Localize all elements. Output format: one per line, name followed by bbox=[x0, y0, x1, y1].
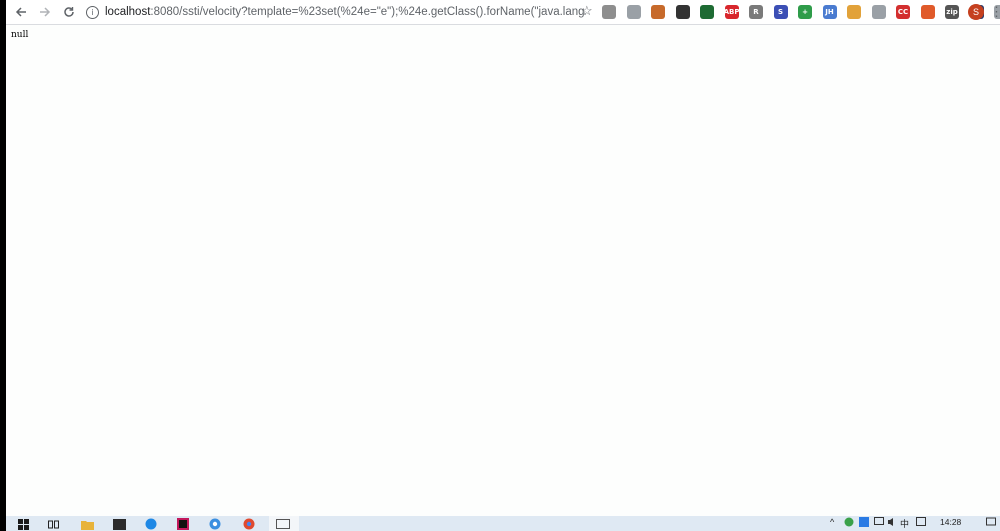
url-host: localhost bbox=[105, 6, 151, 18]
windows-taskbar: ^ 中 14:28 bbox=[6, 516, 1000, 531]
app-blue-circle-icon[interactable] bbox=[144, 517, 158, 531]
browser-window: i localhost:8080/ssti/velocity?template=… bbox=[6, 0, 1000, 516]
reload-icon bbox=[64, 7, 74, 17]
chrome-logo-icon bbox=[243, 518, 255, 530]
task-view-glyph-icon bbox=[47, 520, 59, 528]
blue-shield-icon bbox=[859, 517, 869, 527]
bookmark-star-icon[interactable]: ☆ bbox=[581, 3, 593, 19]
cookie-ext-icon[interactable] bbox=[847, 5, 861, 19]
ide-icon bbox=[177, 518, 189, 530]
folder-icon bbox=[80, 520, 94, 530]
task-view-icon[interactable] bbox=[46, 517, 60, 531]
blue-circle-icon bbox=[145, 518, 157, 530]
circle-ext-icon[interactable] bbox=[602, 5, 616, 19]
page-body-text: null bbox=[11, 30, 29, 40]
s-ext-icon[interactable]: S bbox=[773, 5, 788, 19]
tray-show-hidden-icon[interactable]: ^ bbox=[830, 517, 834, 527]
file-explorer-icon[interactable] bbox=[80, 517, 94, 531]
action-center-icon[interactable] bbox=[986, 517, 996, 529]
plus-ext-icon[interactable]: + bbox=[798, 5, 812, 19]
window-ext-icon[interactable] bbox=[871, 5, 886, 19]
tray-keyboard-icon[interactable] bbox=[916, 517, 926, 528]
forward-arrow-icon bbox=[40, 7, 51, 17]
capture-icon bbox=[276, 519, 290, 529]
site-info-icon[interactable]: i bbox=[86, 5, 99, 19]
taskbar-clock[interactable]: 14:28 bbox=[940, 517, 961, 527]
chrome-icon[interactable] bbox=[208, 517, 222, 531]
network-icon bbox=[874, 517, 884, 525]
url-path: :8080/ssti/velocity?template=%23set(%24e… bbox=[150, 6, 586, 18]
zip-ext-icon[interactable]: zip bbox=[945, 5, 959, 19]
back-arrow-icon bbox=[15, 7, 26, 17]
green-status-icon bbox=[844, 517, 854, 527]
link-ext-icon[interactable] bbox=[626, 5, 641, 19]
profile-avatar[interactable]: S bbox=[968, 4, 984, 20]
java-ext-icon[interactable] bbox=[651, 5, 665, 19]
forward-button[interactable] bbox=[34, 1, 56, 23]
tray-shield-icon[interactable] bbox=[859, 517, 869, 529]
screenshot-tool-icon[interactable] bbox=[276, 517, 290, 531]
back-button[interactable] bbox=[10, 1, 32, 23]
glasses-ext-icon[interactable] bbox=[675, 5, 690, 19]
terminal-icon[interactable] bbox=[112, 517, 126, 531]
tray-volume-icon[interactable] bbox=[887, 517, 897, 529]
intellij-icon[interactable] bbox=[176, 517, 190, 531]
extensions-bar: ABP R S + JH CC zip bbox=[602, 4, 1000, 20]
speaker-icon bbox=[888, 518, 893, 526]
adblock-ext-icon[interactable]: ABP bbox=[724, 5, 739, 19]
tray-ime-indicator[interactable]: 中 bbox=[900, 517, 909, 530]
notification-icon bbox=[986, 517, 996, 526]
shield-ext-icon[interactable] bbox=[700, 5, 714, 19]
console-icon bbox=[112, 518, 126, 530]
address-bar[interactable]: i localhost:8080/ssti/velocity?template=… bbox=[86, 2, 586, 22]
windows-logo-icon bbox=[17, 518, 29, 530]
cc-ext-icon[interactable]: CC bbox=[896, 5, 910, 19]
windows-start-icon[interactable] bbox=[16, 517, 30, 531]
r-ext-icon[interactable]: R bbox=[749, 5, 763, 19]
reload-button[interactable] bbox=[58, 1, 80, 23]
chrome-logo-icon bbox=[209, 518, 221, 530]
chrome-icon-2[interactable] bbox=[242, 517, 256, 531]
tray-network-icon[interactable] bbox=[874, 517, 884, 529]
jh-ext-icon[interactable]: JH bbox=[822, 5, 837, 19]
puzzle-ext-icon[interactable] bbox=[920, 5, 935, 19]
tray-green-icon[interactable] bbox=[844, 517, 854, 529]
keyboard-icon bbox=[916, 517, 926, 526]
browser-menu-icon[interactable]: ⋮ bbox=[990, 4, 1000, 20]
